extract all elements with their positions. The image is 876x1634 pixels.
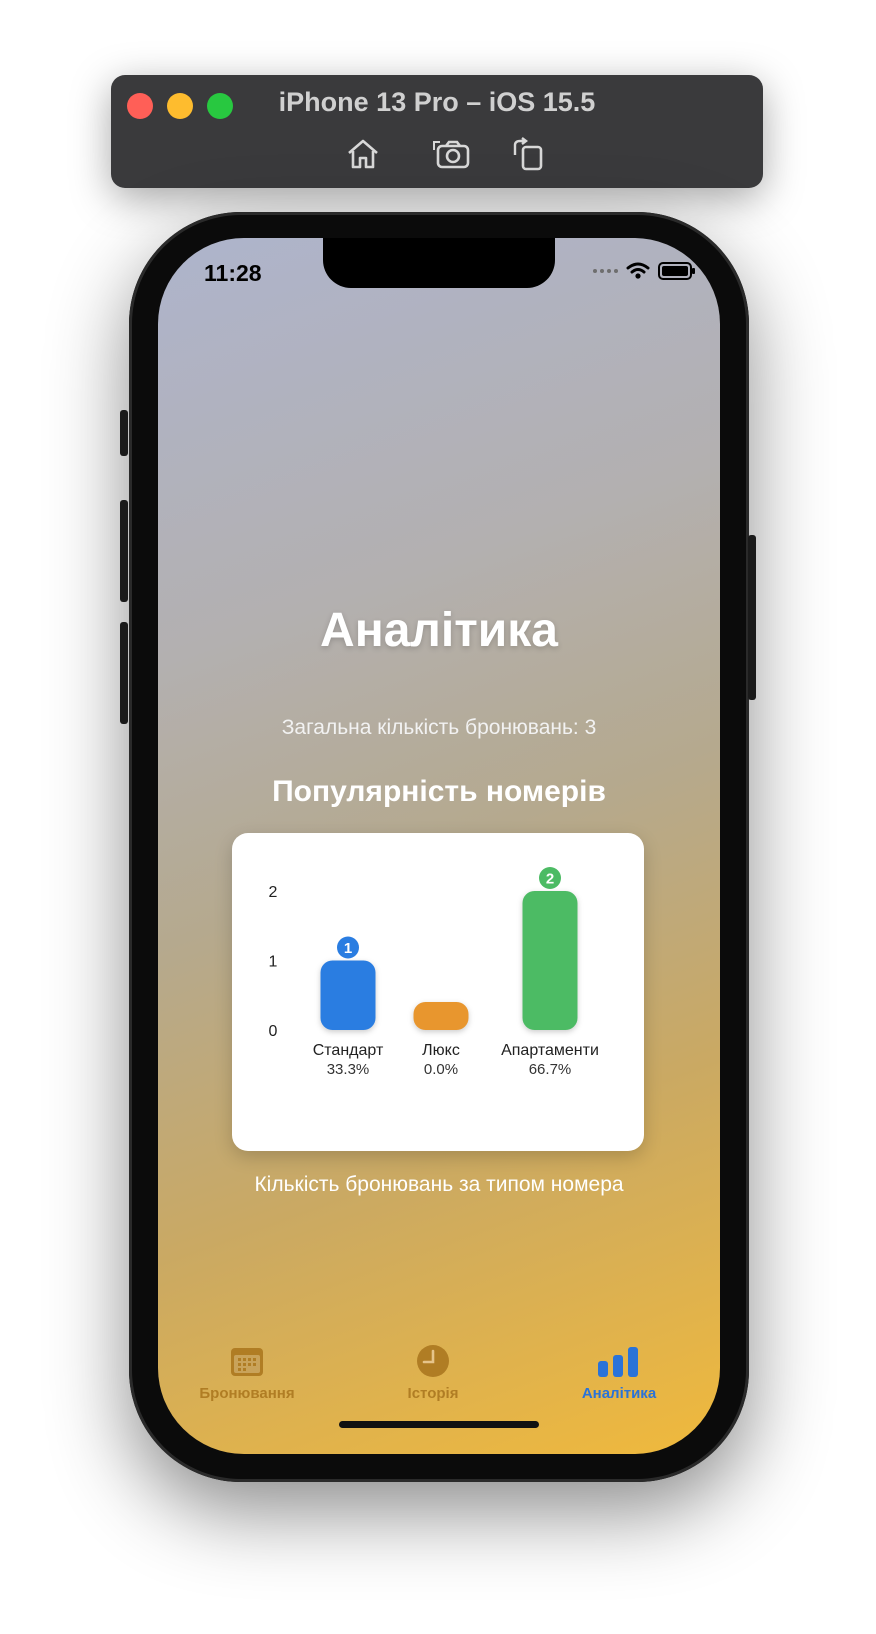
percent-label: 33.3% [327,1061,370,1078]
bar-1 [320,960,376,1030]
battery-icon [658,262,695,280]
percent-label: 66.7% [529,1061,572,1078]
total-bookings-text: Загальна кількість бронювань: 3 [281,716,597,739]
percent-label: 0.0% [424,1061,458,1078]
bar-chart-card: 2 1 0 1 Стандарт 33.3% Люкс 0.0% 2 Апартаменти 66.… [232,833,644,1151]
category-label: Люкс [422,1042,460,1059]
bar-chart: 2 1 0 1 Стандарт 33.3% Люкс 0.0% 2 Апартаменти 66.… [269,867,599,1078]
calendar-icon [231,1348,263,1376]
y-tick-label: 1 [269,954,278,971]
clock-icon [417,1345,449,1377]
tab-history[interactable]: Історія [358,1343,508,1402]
bar-2 [413,1002,469,1030]
power-button [748,535,756,700]
value-badge-label: 2 [546,871,554,888]
tab-booking[interactable]: Бронювання [172,1343,322,1402]
volume-down-button [120,622,128,724]
bar-3 [522,891,578,1030]
rotate-icon[interactable] [509,137,549,171]
cellular-signal-icon [593,269,618,273]
tab-bar: Бронювання Історія Аналітика [158,1343,720,1413]
tab-analytics[interactable]: Аналітика [544,1343,694,1402]
y-tick-label: 2 [269,884,278,901]
tab-analytics-label: Аналітика [581,1385,657,1402]
tab-booking-label: Бронювання [199,1385,295,1402]
silent-switch [120,410,128,456]
status-time: 11:28 [204,260,262,286]
category-label: Стандарт [313,1042,384,1059]
page-title: Аналітика [320,604,558,657]
chart-caption: Кількість бронювань за типом номера [254,1173,624,1196]
tab-history-label: Історія [407,1385,459,1402]
status-icons [593,262,695,280]
section-title: Популярність номерів [272,775,606,808]
value-badge-label: 1 [344,940,352,957]
category-label: Апартаменти [501,1042,599,1059]
volume-up-button [120,500,128,602]
chart-bar-icon [598,1347,638,1377]
app-screen: 11:28 Аналітика Загальна кількість броню… [158,238,720,1454]
screenshot-icon[interactable] [432,137,472,171]
y-tick-label: 0 [269,1023,278,1040]
notch [323,238,555,288]
home-icon[interactable] [343,137,383,171]
wifi-icon [626,262,650,279]
simulator-title: iPhone 13 Pro – iOS 15.5 [278,87,596,117]
home-indicator [339,1421,539,1428]
simulator-toolbar: iPhone 13 Pro – iOS 15.5 [111,75,763,188]
